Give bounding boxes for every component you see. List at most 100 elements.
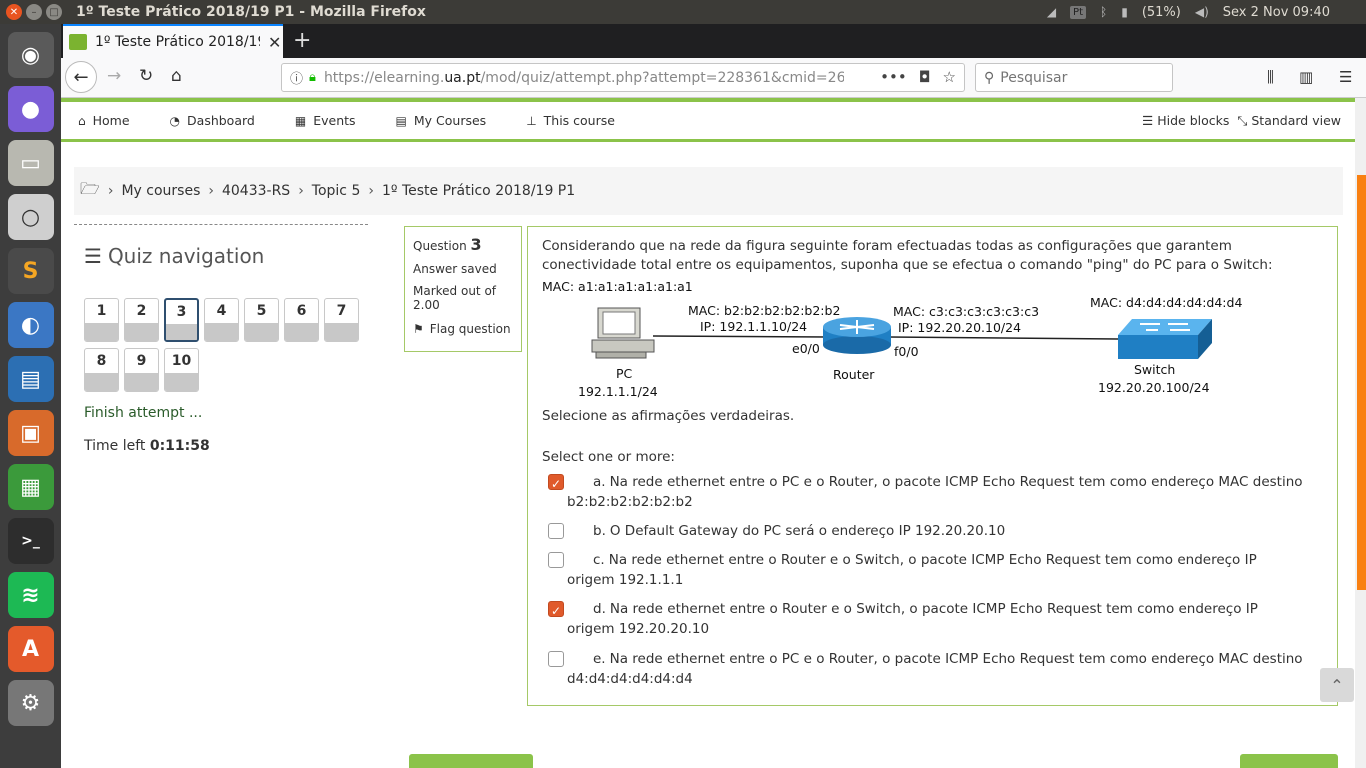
battery-icon[interactable]: ▮ (1121, 5, 1128, 19)
tab-close-icon[interactable]: ✕ (268, 33, 281, 52)
router-name-label: Router (833, 367, 875, 382)
reload-button[interactable]: ↻ (139, 66, 153, 86)
flag-question-button[interactable]: ⚑ Flag question (413, 322, 513, 336)
window-minimize-button[interactable]: – (26, 4, 42, 20)
quiz-nav-question-9[interactable]: 9 (124, 348, 159, 392)
breadcrumb-course[interactable]: 40433-RS (222, 183, 290, 199)
hide-blocks-button[interactable]: ☰ Hide blocks (1142, 113, 1229, 129)
wifi-icon[interactable]: ◢ (1047, 5, 1056, 19)
window-close-button[interactable]: ✕ (6, 4, 22, 20)
search-icon: ⚲ (984, 69, 995, 86)
software-center-icon[interactable]: A (7, 626, 54, 672)
hide-blocks-icon: ☰ (1142, 113, 1158, 128)
sitemap-icon: ⊥ (526, 113, 537, 128)
folder-open-icon[interactable]: 🗁︎ (80, 178, 100, 205)
battery-percent[interactable]: (51%) (1142, 5, 1181, 20)
quiz-nav-question-5[interactable]: 5 (244, 298, 279, 342)
page-scrollbar-thumb[interactable] (1357, 175, 1366, 590)
lock-icon[interactable]: 🔒︎ (309, 70, 316, 85)
nav-this-course[interactable]: ⊥ This course (526, 113, 615, 128)
flag-icon: ⚑ (413, 322, 424, 336)
time-left: Time left 0:11:58 (84, 438, 210, 454)
bluetooth-icon[interactable]: ᛒ (1100, 5, 1107, 19)
quiz-nav-question-7[interactable]: 7 (324, 298, 359, 342)
new-tab-icon[interactable]: + (293, 28, 311, 53)
nav-dashboard[interactable]: ◔ Dashboard (170, 113, 255, 128)
calc-icon[interactable]: ▦ (7, 464, 54, 510)
finish-attempt-link[interactable]: Finish attempt ... (84, 405, 202, 421)
search-input[interactable] (1000, 69, 1161, 86)
quiz-nav-question-10[interactable]: 10 (164, 348, 199, 392)
page-actions-icon[interactable]: ••• (880, 68, 907, 86)
files-icon[interactable]: ▭ (7, 140, 54, 186)
answer-checkbox-d[interactable] (548, 601, 564, 621)
ubuntu-dash-icon[interactable]: ◉ (7, 32, 54, 78)
previous-page-button[interactable] (409, 754, 533, 768)
library-icon[interactable]: ⫼ (1267, 68, 1274, 86)
os-top-panel: ✕ – □ 1º Teste Prático 2018/19 P1 - Mozi… (0, 0, 1366, 24)
document-viewer-icon[interactable]: ▤ (7, 356, 54, 402)
nav-home[interactable]: ⌂ Home (78, 113, 130, 128)
forward-button[interactable]: → (107, 66, 121, 86)
answer-checkbox-c[interactable] (548, 552, 564, 568)
window-maximize-button[interactable]: □ (46, 4, 62, 20)
select-prompt: Select one or more: (542, 449, 675, 465)
question-grade: Marked out of 2.00 (413, 284, 497, 312)
back-button[interactable]: ← (65, 61, 97, 93)
quiz-nav-question-2[interactable]: 2 (124, 298, 159, 342)
standard-view-button[interactable]: ⤡ Standard view (1237, 113, 1341, 129)
quiz-nav-question-6[interactable]: 6 (284, 298, 319, 342)
answer-option-e[interactable]: e. Na rede ethernet entre o PC e o Router… (548, 649, 1308, 689)
system-tray: ◢ Pt ᛒ ▮ (51%) ◀) Sex 2 Nov 09:40 (1047, 0, 1366, 24)
answer-option-c[interactable]: c. Na rede ethernet entre o Router e o Sw… (548, 550, 1308, 590)
question-content: Considerando que na rede da figura segui… (527, 226, 1338, 706)
nav-events[interactable]: ▦ Events (295, 113, 356, 128)
back-to-top-button[interactable]: ⌃ (1320, 668, 1354, 702)
firefox-icon[interactable]: ● (7, 86, 54, 132)
switch-mac-label: MAC: d4:d4:d4:d4:d4:d4 (1090, 295, 1243, 310)
nav-my-courses[interactable]: ▤ My Courses (396, 113, 487, 128)
quiz-nav-question-1[interactable]: 1 (84, 298, 119, 342)
keyboard-layout-indicator[interactable]: Pt (1070, 5, 1086, 19)
url-text[interactable]: https://elearning.ua.pt/mod/quiz/attempt… (324, 70, 844, 86)
answer-checkbox-b[interactable] (548, 523, 564, 539)
site-info-icon[interactable]: ⓘ (290, 68, 303, 87)
next-page-button[interactable] (1240, 754, 1338, 768)
pc-icon (591, 307, 655, 359)
answer-option-a[interactable]: a.Na rede ethernet entre o PC e o Router… (548, 472, 1308, 512)
answer-option-d[interactable]: d.Na rede ethernet entre o Router e o Sw… (548, 599, 1308, 639)
terminal-icon[interactable]: >_ (7, 518, 54, 564)
router-e0-mac-label: MAC: b2:b2:b2:b2:b2:b2 (688, 303, 841, 318)
settings-icon[interactable]: ⚙ (7, 680, 54, 726)
instruction-text: Selecione as afirmações verdadeiras. (542, 408, 795, 424)
bookmark-star-icon[interactable]: ☆ (943, 68, 956, 86)
home-icon: ⌂ (78, 113, 86, 128)
updater-icon[interactable]: ◐ (7, 302, 54, 348)
quiz-nav-question-4[interactable]: 4 (204, 298, 239, 342)
sublime-text-icon[interactable]: S (7, 248, 54, 294)
breadcrumb-quiz[interactable]: 1º Teste Prático 2018/19 P1 (382, 183, 575, 199)
pocket-icon[interactable]: ◘ (919, 68, 931, 86)
search-app-icon[interactable]: ○ (7, 194, 54, 240)
quiz-nav-question-8[interactable]: 8 (84, 348, 119, 392)
search-box[interactable]: ⚲ (975, 63, 1173, 92)
impress-icon[interactable]: ▣ (7, 410, 54, 456)
browser-tab[interactable]: 1º Teste Prático 2018/19 P1 ✕ (63, 24, 283, 58)
window-title: 1º Teste Prático 2018/19 P1 - Mozilla Fi… (76, 4, 426, 20)
clock[interactable]: Sex 2 Nov 09:40 (1223, 5, 1330, 20)
home-button[interactable]: ⌂ (171, 66, 182, 86)
spotify-icon[interactable]: ≋ (7, 572, 54, 618)
answer-option-b[interactable]: b. O Default Gateway do PC será o endereç… (548, 521, 1308, 541)
answer-checkbox-a[interactable] (548, 474, 564, 494)
briefcase-icon: ▤ (395, 113, 407, 128)
volume-icon[interactable]: ◀) (1195, 5, 1209, 19)
breadcrumb-topic[interactable]: Topic 5 (312, 183, 361, 199)
breadcrumb-my-courses[interactable]: My courses (121, 183, 200, 199)
question-state: Answer saved (413, 262, 497, 276)
answer-checkbox-e[interactable] (548, 651, 564, 667)
sidebar-icon[interactable]: ▥ (1299, 68, 1313, 86)
menu-icon[interactable]: ☰ (1339, 68, 1352, 86)
url-bar[interactable]: ⓘ 🔒︎ https://elearning.ua.pt/mod/quiz/at… (281, 63, 965, 92)
quiz-nav-question-3[interactable]: 3 (164, 298, 199, 342)
router-f0-ip-label: IP: 192.20.20.10/24 (898, 320, 1022, 335)
